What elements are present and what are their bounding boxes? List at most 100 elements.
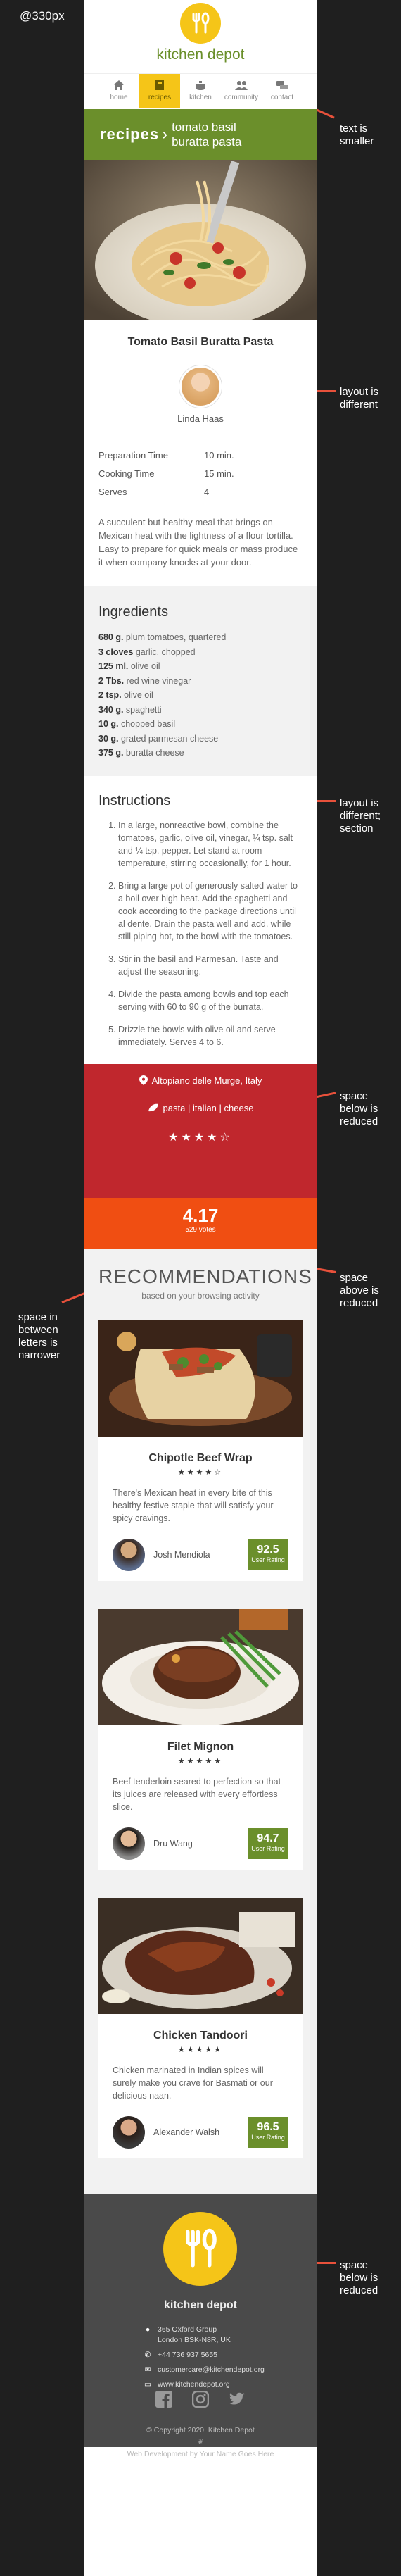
utensils-icon xyxy=(192,12,210,34)
annotation-note: space in between letters is narrower xyxy=(18,1311,61,1361)
address-line: 365 Oxford Group xyxy=(158,2325,217,2334)
envelope-icon: ✉ xyxy=(144,2365,151,2374)
ingredient-qty: 125 ml. xyxy=(98,661,129,671)
card-footer: Alexander Walsh 96.5 User Rating xyxy=(98,2102,303,2149)
recipe-location: Altopiano delle Murge, Italy xyxy=(151,1075,262,1086)
nav-label: community xyxy=(224,94,259,101)
recommendation-card[interactable]: Chipotle Beef Wrap ★★★★☆ There's Mexican… xyxy=(98,1320,303,1581)
website-link[interactable]: www.kitchendepot.org xyxy=(158,2380,230,2390)
phone-number[interactable]: +44 736 937 5655 xyxy=(158,2350,217,2361)
ingredient-name: plum tomatoes, quartered xyxy=(123,632,227,642)
hero-image xyxy=(84,160,317,320)
map-pin-icon xyxy=(139,1075,148,1085)
location-row: Altopiano delle Murge, Italy xyxy=(84,1075,317,1086)
footer-logo[interactable] xyxy=(163,2211,237,2286)
meta-label: Serves xyxy=(98,487,127,497)
card-title[interactable]: Chicken Tandoori xyxy=(98,2030,303,2042)
recommendations-subheading: based on your browsing activity xyxy=(141,1290,260,1301)
address-text: 365 Oxford Group London BSK-N8R, UK xyxy=(158,2325,231,2346)
nav-item-kitchen[interactable]: kitchen xyxy=(180,74,221,108)
recommendation-card[interactable]: Chicken Tandoori ★★★★★ Chicken marinated… xyxy=(98,1897,303,2158)
twitter-icon[interactable] xyxy=(229,2391,246,2408)
book-icon xyxy=(155,80,164,90)
ingredient-qty: 340 g. xyxy=(98,704,124,715)
ingredient-name: spaghetti xyxy=(123,704,162,715)
card-stars: ★★★★★ xyxy=(177,2045,224,2054)
ingredient-item: 3 cloves garlic, chopped xyxy=(98,645,303,660)
recipe-stars[interactable]: ★★★★☆ xyxy=(84,1130,317,1144)
tags-row: pasta | italian | cheese xyxy=(84,1103,317,1113)
chicken-photo xyxy=(98,1897,303,2014)
viewport-label: @330px xyxy=(20,9,65,23)
email-link[interactable]: customercare@kitchendepot.org xyxy=(158,2365,265,2375)
nav-item-contact[interactable]: contact xyxy=(262,74,303,108)
meta-row: Serves 4 xyxy=(98,483,303,501)
card-title[interactable]: Filet Mignon xyxy=(98,1741,303,1753)
recipe-title: Tomato Basil Buratta Pasta xyxy=(127,336,274,348)
card-author-avatar[interactable] xyxy=(113,1827,145,1860)
annotation-note: layout is different xyxy=(340,386,379,411)
instruction-step: Drizzle the bowls with olive oil and ser… xyxy=(118,1023,303,1049)
card-image[interactable] xyxy=(98,1320,303,1437)
ingredients-section: Ingredients 680 g. plum tomatoes, quarte… xyxy=(84,586,317,776)
brand-name[interactable]: kitchen depot xyxy=(84,46,317,63)
nav-label: recipes xyxy=(148,94,172,101)
card-title[interactable]: Chipotle Beef Wrap xyxy=(98,1452,303,1465)
recipe-meta: Preparation Time 10 min. Cooking Time 15… xyxy=(98,446,303,501)
ingredient-name: olive oil xyxy=(128,661,160,671)
recipe-tags[interactable]: pasta | italian | cheese xyxy=(163,1103,254,1113)
ingredient-item: 375 g. buratta cheese xyxy=(98,746,303,761)
mobile-page: kitchen depot home recipes kitchen commu… xyxy=(84,0,317,2576)
ingredient-name: grated parmesan cheese xyxy=(118,733,219,744)
card-image[interactable] xyxy=(98,1897,303,2014)
site-footer: kitchen depot ● 365 Oxford Group London B… xyxy=(84,2193,317,2458)
map-pin-icon: ● xyxy=(145,2325,151,2334)
nav-item-recipes[interactable]: recipes xyxy=(139,74,180,108)
facebook-icon[interactable] xyxy=(155,2390,172,2408)
card-author[interactable]: Josh Mendiola xyxy=(153,1550,248,1560)
ingredient-item: 340 g. spaghetti xyxy=(98,703,303,718)
leaf-icon xyxy=(148,1103,158,1112)
recommendation-card[interactable]: Filet Mignon ★★★★★ Beef tenderloin seare… xyxy=(98,1608,303,1870)
recipe-votes: 529 votes xyxy=(185,1225,216,1234)
annotation-note: space above is reduced xyxy=(340,1272,379,1309)
card-author-avatar[interactable] xyxy=(113,1538,145,1571)
breadcrumb-title-line2: buratta pasta xyxy=(172,135,242,149)
phone-icon: ✆ xyxy=(144,2350,151,2359)
instructions-heading: Instructions xyxy=(98,792,171,808)
ingredient-name: red wine vinegar xyxy=(124,675,191,686)
footer-email: ✉ customercare@kitchendepot.org xyxy=(144,2365,265,2375)
instruction-step: In a large, nonreactive bowl, combine th… xyxy=(118,819,303,870)
main-nav: home recipes kitchen community contact xyxy=(84,73,317,108)
nav-item-home[interactable]: home xyxy=(98,74,139,108)
card-image[interactable] xyxy=(98,1608,303,1725)
leaf-icon: ❦ xyxy=(197,2437,204,2446)
nav-item-community[interactable]: community xyxy=(221,74,262,108)
author-avatar[interactable] xyxy=(179,365,222,408)
author-name[interactable]: Linda Haas xyxy=(84,413,317,424)
score-band: 4.17 529 votes xyxy=(84,1197,317,1249)
instagram-icon[interactable] xyxy=(192,2390,209,2408)
card-footer: Dru Wang 94.7 User Rating xyxy=(98,1813,303,1860)
card-author[interactable]: Alexander Walsh xyxy=(153,2127,248,2137)
ingredient-item: 2 tsp. olive oil xyxy=(98,688,303,703)
recipe-info-band: Altopiano delle Murge, Italy pasta | ita… xyxy=(84,1063,317,1198)
ingredient-name: olive oil xyxy=(121,690,153,700)
card-footer: Josh Mendiola 92.5 User Rating xyxy=(98,1525,303,1571)
rating-label: User Rating xyxy=(251,1556,285,1563)
rating-value: 94.7 xyxy=(257,1832,279,1844)
recommendations-section: RECOMMENDATIONS based on your browsing a… xyxy=(84,1248,317,2194)
pot-icon xyxy=(196,81,205,90)
rating-value: 92.5 xyxy=(257,1543,279,1556)
rating-value: 96.5 xyxy=(257,2120,279,2133)
card-description: Chicken marinated in Indian spices will … xyxy=(113,2065,273,2101)
logo[interactable] xyxy=(180,3,221,44)
nav-label: contact xyxy=(270,94,294,101)
meta-row: Preparation Time 10 min. xyxy=(98,446,303,465)
card-author[interactable]: Dru Wang xyxy=(153,1839,248,1849)
card-author-avatar[interactable] xyxy=(113,2115,145,2149)
breadcrumb-section[interactable]: recipes xyxy=(100,125,159,144)
utensils-icon xyxy=(185,2228,217,2268)
ingredient-qty: 2 Tbs. xyxy=(98,675,125,686)
card-description: There's Mexican heat in every bite of th… xyxy=(113,1487,274,1523)
